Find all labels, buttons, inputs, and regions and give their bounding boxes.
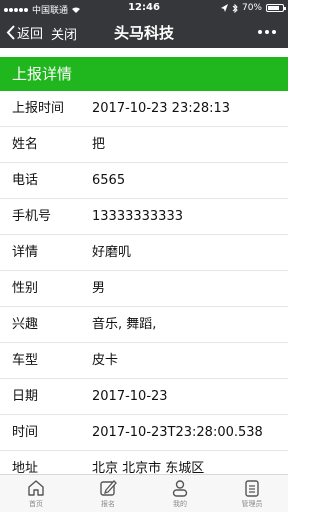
tab-label: 报名 xyxy=(101,500,115,508)
more-icon-dot xyxy=(258,30,262,34)
field-row-date: 日期 2017-10-23 xyxy=(0,379,288,415)
location-icon xyxy=(220,4,228,12)
field-value: 男 xyxy=(92,281,106,296)
field-value: 音乐, 舞蹈, xyxy=(92,317,157,332)
tab-mine[interactable]: 我的 xyxy=(144,475,216,512)
battery-icon xyxy=(266,4,286,12)
field-row-name: 姓名 把 xyxy=(0,127,288,163)
field-value: 把 xyxy=(92,137,106,152)
field-value: 皮卡 xyxy=(92,353,119,368)
tab-label: 管理员 xyxy=(241,500,263,508)
status-right: 70% xyxy=(220,3,286,13)
tab-admin[interactable]: 管理员 xyxy=(216,475,288,512)
field-row-interests: 兴趣 音乐, 舞蹈, xyxy=(0,307,288,343)
field-label: 性别 xyxy=(12,281,39,296)
field-row-gender: 性别 男 xyxy=(0,271,288,307)
bluetooth-icon xyxy=(232,3,238,13)
field-label: 电话 xyxy=(12,173,39,188)
tab-label: 首页 xyxy=(29,500,43,508)
list-icon xyxy=(245,480,259,497)
field-label: 时间 xyxy=(12,425,39,440)
field-row-mobile: 手机号 13333333333 xyxy=(0,199,288,235)
field-row-car-type: 车型 皮卡 xyxy=(0,343,288,379)
tab-bar: 首页 报名 我的 管理员 xyxy=(0,474,288,512)
tab-label: 我的 xyxy=(173,500,187,508)
battery-percent: 70% xyxy=(241,3,262,13)
more-menu-button[interactable] xyxy=(258,30,276,34)
field-label: 上报时间 xyxy=(12,101,65,116)
field-label: 手机号 xyxy=(12,209,52,224)
tab-home[interactable]: 首页 xyxy=(0,475,72,512)
user-icon xyxy=(172,480,188,497)
field-value: 2017-10-23 xyxy=(92,389,168,404)
section-header: 上报详情 xyxy=(0,57,288,91)
detail-list: 上报时间 2017-10-23 23:28:13 姓名 把 电话 6565 手机… xyxy=(0,91,288,487)
edit-icon xyxy=(100,480,117,496)
field-row-time: 时间 2017-10-23T23:28:00.538 xyxy=(0,415,288,451)
field-value: 6565 xyxy=(92,173,126,188)
tab-signup[interactable]: 报名 xyxy=(72,475,144,512)
home-icon xyxy=(28,480,44,496)
field-label: 姓名 xyxy=(12,137,39,152)
field-row-report-time: 上报时间 2017-10-23 23:28:13 xyxy=(0,91,288,127)
status-bar: 中国联通 12:46 70% xyxy=(0,0,288,16)
field-label: 详情 xyxy=(12,245,39,260)
field-label: 日期 xyxy=(12,389,39,404)
field-value: 2017-10-23 23:28:13 xyxy=(92,101,231,116)
field-value: 好磨叽 xyxy=(92,245,132,260)
field-row-details: 详情 好磨叽 xyxy=(0,235,288,271)
field-value: 13333333333 xyxy=(92,209,183,224)
more-icon-dot xyxy=(265,30,269,34)
field-row-phone: 电话 6565 xyxy=(0,163,288,199)
more-icon-dot xyxy=(272,30,276,34)
page-title: 头马科技 xyxy=(113,24,174,42)
field-label: 兴趣 xyxy=(12,317,39,332)
nav-bar: 返回 关闭 头马科技 xyxy=(0,16,288,48)
field-value: 2017-10-23T23:28:00.538 xyxy=(92,425,263,440)
field-label: 车型 xyxy=(12,353,39,368)
